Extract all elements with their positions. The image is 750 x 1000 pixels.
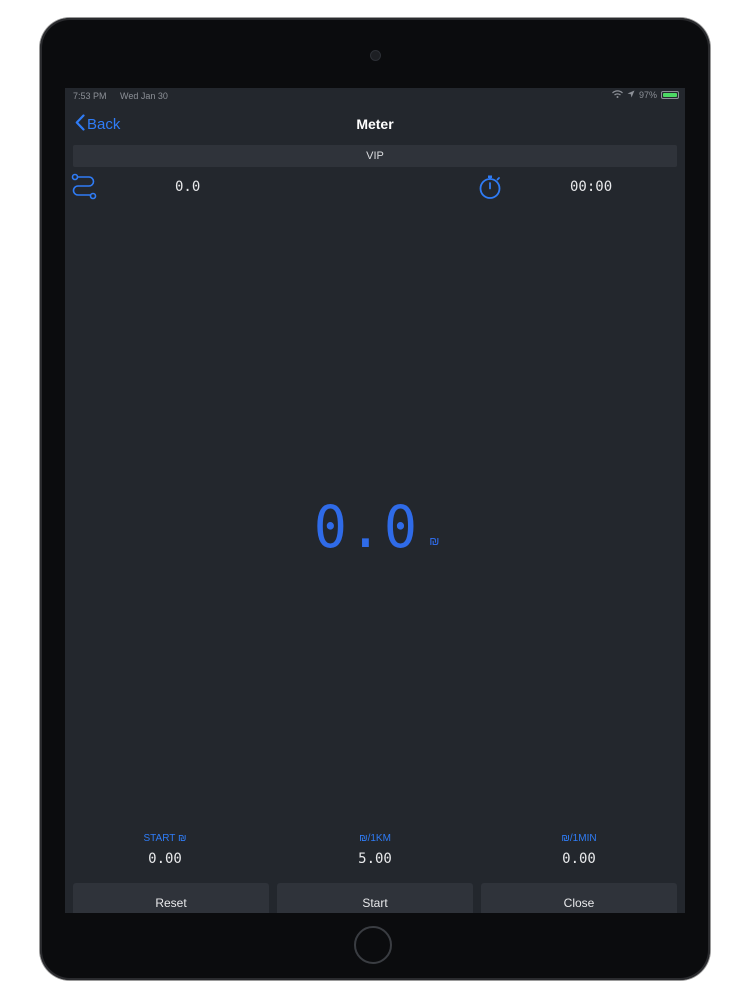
page-title: Meter (356, 116, 394, 132)
status-time: 7:53 PM (73, 91, 107, 101)
per-km-rate-value[interactable]: 5.00 (275, 851, 475, 867)
status-bar: 7:53 PM Wed Jan 30 97% (65, 88, 685, 104)
status-date: Wed Jan 30 (120, 91, 168, 101)
navigation-bar: Back Meter (65, 104, 685, 144)
start-rate-label: START ₪ (143, 833, 187, 844)
battery-icon (661, 91, 679, 99)
per-min-rate-label: ₪/1MIN (561, 833, 597, 844)
action-buttons: Reset Start Close (73, 883, 677, 913)
start-button[interactable]: Start (277, 883, 473, 913)
location-arrow-icon (627, 90, 635, 100)
duration-value: 00:00 (570, 179, 613, 195)
start-rate-value[interactable]: 0.00 (65, 851, 265, 867)
distance-value: 0.0 (175, 179, 201, 195)
app-screen: 7:53 PM Wed Jan 30 97% Back Meter VIP 0.… (65, 88, 685, 913)
vip-banner[interactable]: VIP (73, 145, 677, 167)
battery-level-fill (663, 93, 677, 97)
status-indicators: 97% (612, 90, 679, 100)
per-km-rate-label: ₪/1KM (359, 833, 391, 844)
per-km-rate: ₪/1KM 5.00 (275, 833, 475, 867)
reset-button[interactable]: Reset (73, 883, 269, 913)
start-rate: START ₪ 0.00 (65, 833, 265, 867)
per-min-rate: ₪/1MIN 0.00 (479, 833, 679, 867)
rates-row: START ₪ 0.00 ₪/1KM 5.00 ₪/1MIN 0.00 (65, 833, 685, 878)
fare-amount: 0.0 (313, 493, 419, 561)
wifi-icon (612, 90, 623, 100)
per-min-rate-value[interactable]: 0.00 (479, 851, 679, 867)
close-button[interactable]: Close (481, 883, 677, 913)
trip-info-row: 0.0 00:00 (65, 172, 685, 202)
front-camera (370, 50, 381, 61)
stopwatch-icon (478, 174, 502, 205)
route-icon (71, 173, 97, 206)
battery-percent: 97% (638, 90, 657, 100)
home-button[interactable] (354, 926, 392, 964)
fare-currency: ₪ (429, 534, 440, 548)
tablet-device-frame: 7:53 PM Wed Jan 30 97% Back Meter VIP 0.… (40, 18, 710, 980)
fare-display: 0.0 ₪ (65, 493, 685, 561)
